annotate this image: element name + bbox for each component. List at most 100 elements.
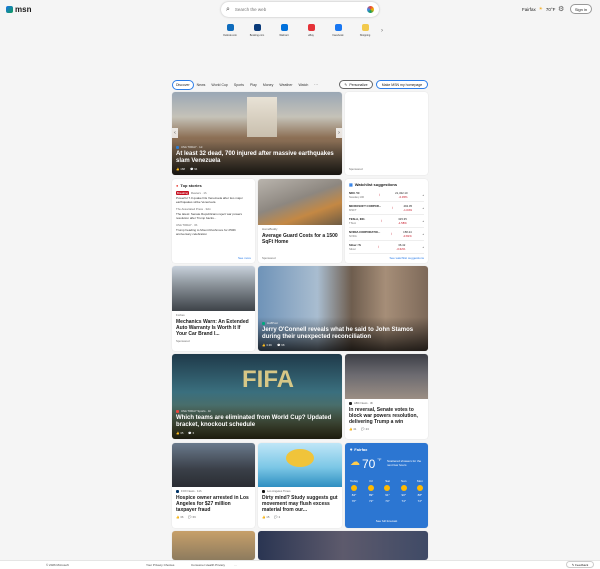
- bottom-news-card[interactable]: [258, 531, 428, 560]
- ad-gutter-card[interactable]: HomeBuddy Average Guard Costs for a 1500…: [258, 179, 342, 263]
- quicklink-5[interactable]: Shopping: [357, 24, 373, 37]
- settings-gear-icon[interactable]: ⚙: [558, 5, 564, 13]
- top-story-text: Powerful 7.0 quake hits Venezuela after …: [176, 196, 243, 204]
- forbes-card[interactable]: Forbes Mechanics Warn: An Extended Auto …: [172, 266, 255, 351]
- top-story-item[interactable]: Breaking Reuters · 1h Powerful 7.0 quake h…: [176, 191, 251, 204]
- footer-more[interactable]: ···: [234, 563, 237, 567]
- add-icon[interactable]: +: [422, 245, 424, 249]
- partly-cloudy-icon: ☁: [350, 457, 360, 468]
- quicklink-3[interactable]: eBay: [303, 24, 319, 37]
- tab-2[interactable]: World Cup: [208, 81, 230, 89]
- weather-unit: °F: [377, 457, 382, 462]
- sign-in-button[interactable]: Sign in: [570, 4, 592, 14]
- like-icon[interactable]: 👍 168: [176, 167, 185, 171]
- dirty-title[interactable]: Dirty mind? Study suggests gut movement …: [262, 495, 338, 513]
- forecast-day[interactable]: Today 84° 70°: [350, 479, 358, 503]
- hospice-title[interactable]: Hospice owner arrested in Los Angeles fo…: [176, 495, 251, 513]
- consumer-health-link[interactable]: Consumer Health Privacy: [191, 563, 225, 567]
- tab-6[interactable]: Weather: [276, 81, 295, 89]
- tab-7[interactable]: Watch: [296, 81, 312, 89]
- hero-source: USA TODAY · 1d: [181, 145, 203, 149]
- watchlist-subtitle: Silver: [349, 247, 356, 251]
- feedback-button[interactable]: ✎ Feedback: [566, 561, 594, 568]
- comment-icon[interactable]: 💬 2: [274, 515, 280, 519]
- hospice-card[interactable]: FOX News · 11h Hospice owner arrested in…: [172, 443, 255, 528]
- quicklink-0[interactable]: Outlook.com: [222, 24, 238, 37]
- abc-icon: [349, 401, 352, 405]
- make-homepage-button[interactable]: Make MSN my homepage: [376, 80, 428, 89]
- like-icon[interactable]: 👍 3.3K: [262, 343, 272, 347]
- see-more-link[interactable]: See more: [238, 256, 251, 260]
- fifa-title[interactable]: Which teams are eliminated from World Cu…: [176, 415, 338, 429]
- quicklink-4[interactable]: Facebook: [330, 24, 346, 37]
- copilot-icon[interactable]: [367, 6, 374, 13]
- usatoday-sports-icon: [176, 409, 179, 413]
- senate-title[interactable]: In reversal, Senate votes to block war p…: [349, 407, 424, 425]
- comment-icon[interactable]: 💬 94: [190, 167, 197, 171]
- hero-prev-icon[interactable]: ‹: [172, 128, 178, 138]
- partly-sunny-icon: ☀: [538, 6, 543, 11]
- top-story-item[interactable]: The Associated Press · 32m The latest: Se…: [176, 207, 251, 220]
- like-icon[interactable]: 👍 35: [176, 431, 183, 435]
- tab-3[interactable]: Sports: [231, 81, 247, 89]
- comment-icon[interactable]: 💬 98: [277, 343, 284, 347]
- tab-1[interactable]: News: [194, 81, 209, 89]
- add-icon[interactable]: +: [422, 232, 424, 236]
- comment-icon[interactable]: 💬 66: [188, 515, 195, 519]
- privacy-link[interactable]: Your Privacy Choices: [146, 563, 174, 567]
- watchlist-subtitle: Nasdaq 100: [349, 195, 365, 199]
- watchlist-row[interactable]: MICROSOFT CORPOR... MSFT ⌇ 492.05 -1.04% +: [349, 202, 424, 215]
- fifa-card[interactable]: FIFA USA TODAY Sports · 1h Which teams a…: [172, 354, 342, 439]
- search-input[interactable]: [234, 7, 362, 12]
- forecast-day[interactable]: Mon 88° 72°: [416, 479, 423, 503]
- top-story-source: The Associated Press · 32m: [176, 207, 211, 211]
- add-icon[interactable]: +: [422, 206, 424, 210]
- personalize-button[interactable]: ✎ Personalize: [339, 80, 373, 89]
- forecast-day[interactable]: Sat 91° 74°: [384, 479, 391, 503]
- hero-card[interactable]: ‹ › USA TODAY · 1d At least 32 dead, 700…: [172, 92, 342, 175]
- hero-next-icon[interactable]: ›: [336, 128, 342, 138]
- tab-5[interactable]: Money: [260, 81, 277, 89]
- search-box[interactable]: ⌕: [221, 2, 379, 17]
- add-icon[interactable]: +: [422, 193, 424, 197]
- like-icon[interactable]: 👍 41: [349, 427, 356, 431]
- weather-card[interactable]: ⌖ Fairfax ☁ 70 °F Scattered showers for t…: [345, 443, 428, 528]
- top-story-item[interactable]: USA TODAY · 3h Trump heading to Mount Rus…: [176, 223, 251, 236]
- watchlist-row[interactable]: NDX ^N Nasdaq 100 ⌇ 21,432.10 -0.45% +: [349, 189, 424, 202]
- watchlist-row[interactable]: Silver ^S Silver ⌇ 36.42 -0.62% +: [349, 241, 424, 254]
- hero-title[interactable]: At least 32 dead, 700 injured after mass…: [176, 151, 338, 165]
- tab-4[interactable]: Play: [247, 81, 260, 89]
- add-icon[interactable]: +: [422, 219, 424, 223]
- tab-8[interactable]: ···: [311, 81, 321, 89]
- jerry-title[interactable]: Jerry O'Connell reveals what he said to …: [262, 327, 424, 341]
- like-icon[interactable]: 👍 15: [262, 515, 269, 519]
- traffic-card[interactable]: [172, 531, 255, 560]
- comment-icon[interactable]: 💬 6: [188, 431, 194, 435]
- quicklink-2[interactable]: Walmart: [276, 24, 292, 37]
- forecast-lo: 70°: [351, 499, 357, 503]
- jerry-card[interactable]: HuffPost Jerry O'Connell reveals what he…: [258, 266, 428, 351]
- tab-0[interactable]: Discover: [172, 79, 194, 90]
- quicklink-label: Shopping: [359, 34, 371, 37]
- watchlist-row[interactable]: TESLA, INC. TSLA ⌇ 315.35 -1.58% +: [349, 215, 424, 228]
- see-watchlist-link[interactable]: See watchlist suggestions: [389, 256, 424, 260]
- watchlist-row[interactable]: NVIDIA CORPORATIO... NVDA ⌇ 158.24 -0.81% +: [349, 228, 424, 241]
- sponsored-card[interactable]: Sponsored: [345, 92, 428, 175]
- forbes-source: Forbes: [176, 313, 185, 317]
- msn-logo[interactable]: msn: [6, 5, 31, 14]
- top-story-text: Trump heading to Mount Rushmore for 250t…: [176, 228, 236, 236]
- like-icon[interactable]: 👍 36: [176, 515, 183, 519]
- quick-links-next-icon[interactable]: ›: [381, 28, 383, 34]
- forecast-hi: 90°: [401, 493, 406, 497]
- forecast-day[interactable]: Sun 90° 74°: [400, 479, 407, 503]
- ad-gutter-title[interactable]: Average Guard Costs for a 1500 SqFt Home: [262, 233, 338, 245]
- comment-icon[interactable]: 💬 23: [361, 427, 368, 431]
- quicklink-1[interactable]: Booking.com: [249, 24, 265, 37]
- senate-card[interactable]: ABC News · 3h In reversal, Senate votes …: [345, 354, 428, 439]
- dirty-card[interactable]: Los Angeles Times Dirty mind? Study sugg…: [258, 443, 342, 528]
- weather-temp: 70: [362, 457, 376, 471]
- forecast-day[interactable]: Fri 89° 72°: [368, 479, 375, 503]
- forbes-title[interactable]: Mechanics Warn: An Extended Auto Warrant…: [176, 319, 251, 337]
- weather-mini[interactable]: Fairfax ☀ 70°F: [522, 6, 555, 12]
- full-forecast-link[interactable]: See full forecast: [345, 519, 428, 523]
